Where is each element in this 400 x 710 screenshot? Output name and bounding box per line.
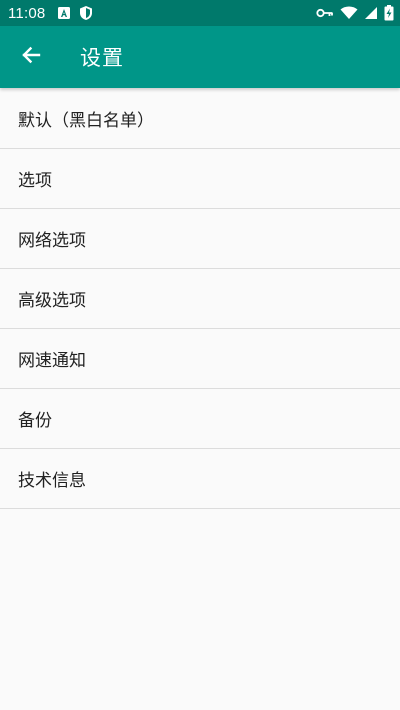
app-bar: 设置 <box>0 26 400 88</box>
menu-item-label: 选项 <box>18 171 52 191</box>
vpn-key-icon <box>316 7 334 19</box>
menu-item-advanced-options[interactable]: 高级选项 <box>0 269 400 329</box>
a-box-icon <box>57 6 71 20</box>
menu-item-technical-info[interactable]: 技术信息 <box>0 449 400 509</box>
menu-item-label: 默认（黑白名单） <box>18 110 154 131</box>
menu-item-label: 备份 <box>18 411 52 431</box>
wifi-icon <box>340 6 358 20</box>
status-bar: 11:08 <box>0 0 400 26</box>
settings-menu-list: 默认（黑白名单） 选项 网络选项 高级选项 网速通知 备份 技术信息 <box>0 88 400 509</box>
status-right-icons <box>316 5 394 21</box>
back-button[interactable] <box>0 26 62 88</box>
status-left-icons <box>57 5 93 21</box>
menu-item-label: 高级选项 <box>18 291 86 311</box>
arrow-back-icon <box>21 45 41 69</box>
menu-item-default-blacklist[interactable]: 默认（黑白名单） <box>0 88 400 149</box>
menu-item-label: 网络选项 <box>18 231 86 251</box>
menu-item-network-options[interactable]: 网络选项 <box>0 209 400 269</box>
menu-item-label: 网速通知 <box>18 351 86 371</box>
page-title: 设置 <box>80 46 124 70</box>
status-time: 11:08 <box>8 4 46 22</box>
shield-icon <box>79 5 93 21</box>
battery-charging-icon <box>384 5 394 21</box>
menu-item-label: 技术信息 <box>18 471 86 491</box>
menu-item-backup[interactable]: 备份 <box>0 389 400 449</box>
signal-icon <box>364 6 378 20</box>
menu-item-speed-notification[interactable]: 网速通知 <box>0 329 400 389</box>
menu-item-options[interactable]: 选项 <box>0 149 400 209</box>
